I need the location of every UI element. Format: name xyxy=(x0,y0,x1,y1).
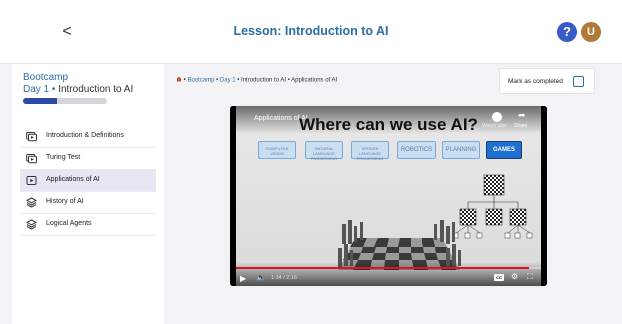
mark-completed-panel: Mark as completed xyxy=(499,68,595,94)
sidebar-item-applications-of-ai[interactable]: Applications of AI xyxy=(20,170,156,192)
captions-icon[interactable]: CC xyxy=(494,274,504,281)
topic-chip: COMPUTER VISION xyxy=(258,141,296,159)
breadcrumb-current: Applications of AI xyxy=(291,77,338,84)
sidebar: Bootcamp Day 1 • Introduction to AI Intr… xyxy=(12,64,164,324)
course-day-lesson: Day 1 • Introduction to AI xyxy=(23,84,133,95)
lesson-label: Introduction to AI xyxy=(58,84,134,95)
avatar[interactable]: U xyxy=(581,22,601,42)
sidebar-item-label: Turing Test xyxy=(46,154,81,161)
breadcrumb-day[interactable]: Day 1 xyxy=(220,78,236,84)
sidebar-item-label: Logical Agents xyxy=(46,220,92,227)
play-icon[interactable]: ▶ xyxy=(240,274,246,283)
breadcrumb: • Bootcamp • Day 1 • Introduction to AI … xyxy=(176,76,337,84)
settings-icon[interactable]: ⚙ xyxy=(511,272,518,281)
separator: • xyxy=(49,84,59,95)
volume-icon[interactable]: 🔈 xyxy=(256,273,266,282)
seek-progress xyxy=(236,267,529,269)
fullscreen-icon[interactable]: ⛶ xyxy=(527,272,533,282)
video-icon xyxy=(26,175,37,186)
layers-icon xyxy=(25,219,38,230)
breadcrumb-lesson[interactable]: Introduction to AI xyxy=(241,78,286,84)
course-title[interactable]: Bootcamp xyxy=(23,72,68,83)
seek-bar[interactable] xyxy=(236,267,541,269)
video-controls: ▶ 🔈 1:34 / 2:16 CC ⚙ ⛶ xyxy=(230,262,547,286)
sidebar-item-turing-test[interactable]: Turing Test xyxy=(20,148,156,170)
breadcrumb-bootcamp[interactable]: Bootcamp xyxy=(187,78,214,84)
slides-icon xyxy=(26,131,37,142)
sidebar-item-label: Applications of AI xyxy=(46,176,100,183)
video-headline: Where can we use AI? xyxy=(299,115,478,134)
day-label: Day 1 xyxy=(23,84,50,95)
sidebar-item-history-of-ai[interactable]: History of AI xyxy=(20,192,156,214)
topic-chip: PLANNING xyxy=(442,141,480,159)
slides-icon xyxy=(26,153,37,164)
lesson-nav: Introduction & Definitions Turing Test A… xyxy=(20,126,156,236)
page-title: Lesson: Introduction to AI xyxy=(233,24,389,38)
topic-chip: ROBOTICS xyxy=(397,141,436,159)
sidebar-item-label: Introduction & Definitions xyxy=(46,132,124,139)
home-icon[interactable] xyxy=(176,76,184,84)
topic-chip: SPOKEN LANGUAGE PROCESSING xyxy=(351,141,389,161)
sidebar-item-introduction-definitions[interactable]: Introduction & Definitions xyxy=(20,126,156,148)
topic-chip-active: GAMES xyxy=(486,141,522,159)
app-header: < Lesson: Introduction to AI ? U xyxy=(0,0,622,64)
help-icon[interactable]: ? xyxy=(557,22,577,42)
mark-completed-label: Mark as completed xyxy=(508,78,563,85)
sidebar-item-logical-agents[interactable]: Logical Agents xyxy=(20,214,156,236)
mark-completed-checkbox[interactable] xyxy=(573,76,584,87)
topic-chip: NATURAL LANGUAGE PROCESSING xyxy=(305,141,343,161)
time-readout: 1:34 / 2:16 xyxy=(271,275,297,281)
lesson-progress-bar xyxy=(23,98,107,104)
sidebar-item-label: History of AI xyxy=(46,198,84,205)
main-content: • Bootcamp • Day 1 • Introduction to AI … xyxy=(164,64,610,324)
layers-icon xyxy=(25,197,38,208)
lesson-progress-fill xyxy=(23,98,57,104)
video-player[interactable]: COMPUTER VISION NATURAL LANGUAGE PROCESS… xyxy=(230,106,547,286)
